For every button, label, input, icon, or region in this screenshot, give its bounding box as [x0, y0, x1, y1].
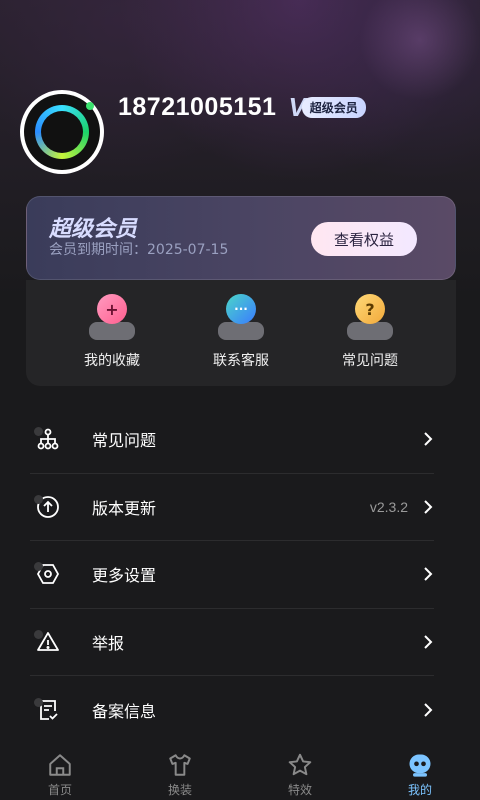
menu-item-label: 常见问题	[92, 431, 157, 451]
upload-circle-icon	[30, 489, 66, 525]
question-icon: ?	[345, 294, 395, 342]
star-icon	[286, 751, 314, 779]
chevron-right-icon	[422, 429, 434, 449]
tab-label: 我的	[407, 783, 432, 797]
profile-header: 18721005151 V 超级会员	[20, 90, 366, 174]
tab-label: 特效	[287, 783, 312, 797]
quick-item-favorites[interactable]: + 我的收藏	[52, 294, 172, 370]
bottom-tab-bar: 首页 换装 特效 我的	[0, 744, 480, 800]
chevron-right-icon	[422, 632, 434, 652]
quick-item-support[interactable]: ··· 联系客服	[181, 294, 301, 370]
chevron-right-icon	[422, 564, 434, 584]
vip-badge: 超级会员	[301, 96, 366, 118]
quick-item-faq[interactable]: ? 常见问题	[310, 294, 430, 370]
membership-expiry: 会员到期时间：2025-07-15	[49, 242, 229, 258]
settings-hexagon-icon	[30, 556, 66, 592]
tab-mine[interactable]: 我的	[360, 744, 480, 800]
menu-item-faq[interactable]: 常见问题	[30, 406, 434, 474]
quick-actions-panel: + 我的收藏 ··· 联系客服 ? 常见问题	[26, 280, 456, 386]
quick-item-label: 联系客服	[213, 353, 269, 369]
home-icon	[46, 751, 74, 779]
tab-effects[interactable]: 特效	[240, 744, 360, 800]
avatar-inner	[24, 94, 100, 170]
avatar-ring-icon	[35, 105, 89, 159]
heart-plus-icon: +	[87, 294, 137, 342]
membership-card: 超级会员 会员到期时间：2025-07-15 查看权益	[26, 196, 456, 280]
version-value: v2.3.2	[369, 498, 408, 515]
robot-avatar-icon	[406, 751, 434, 779]
user-phone: 18721005151	[118, 92, 277, 121]
document-check-icon	[30, 692, 66, 728]
chevron-right-icon	[422, 497, 434, 517]
menu-item-report[interactable]: 举报	[30, 609, 434, 676]
view-benefits-button[interactable]: 查看权益	[311, 222, 417, 256]
tab-home[interactable]: 首页	[0, 744, 120, 800]
sitemap-icon	[30, 421, 66, 457]
warning-triangle-icon	[30, 624, 66, 660]
quick-item-label: 常见问题	[342, 353, 398, 369]
quick-item-label: 我的收藏	[84, 353, 140, 369]
online-dot	[86, 102, 94, 110]
menu-item-settings[interactable]: 更多设置	[30, 541, 434, 609]
tab-label: 换装	[167, 783, 192, 797]
avatar[interactable]	[20, 90, 104, 174]
menu-item-label: 更多设置	[92, 566, 157, 586]
menu-item-label: 备案信息	[92, 701, 157, 721]
menu-item-label: 举报	[92, 633, 125, 653]
tab-outfit[interactable]: 换装	[120, 744, 240, 800]
settings-menu: 常见问题 版本更新 v2.3.2 更多设置 举报 备案信息	[30, 406, 434, 744]
chevron-right-icon	[422, 700, 434, 720]
shirt-icon	[166, 751, 194, 779]
tab-label: 首页	[47, 783, 72, 797]
menu-item-label: 版本更新	[92, 498, 157, 518]
menu-item-filing[interactable]: 备案信息	[30, 676, 434, 744]
vip-tag: V 超级会员	[288, 92, 366, 123]
chat-bubble-icon: ···	[216, 294, 266, 342]
menu-item-version[interactable]: 版本更新 v2.3.2	[30, 474, 434, 541]
